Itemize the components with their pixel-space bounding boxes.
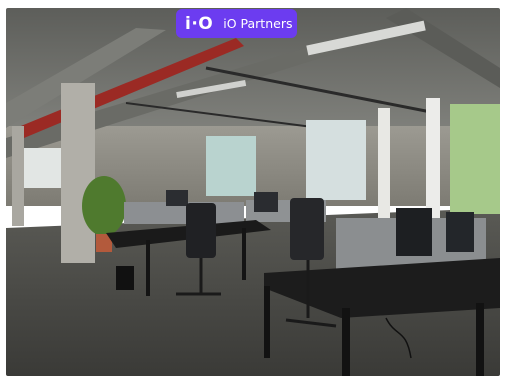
desk-leg <box>264 286 270 358</box>
curtain <box>426 98 440 218</box>
office-chair <box>186 203 216 258</box>
desk-leg <box>242 228 246 280</box>
window <box>450 104 500 214</box>
office-photo <box>6 8 500 376</box>
photo-frame: i·O iO Partners <box>0 0 506 383</box>
desk-leg <box>146 240 150 296</box>
waste-bin <box>116 266 134 290</box>
brand-badge: i·O iO Partners <box>176 9 297 38</box>
desk-leg <box>342 308 350 376</box>
window <box>206 136 256 196</box>
plant <box>82 176 126 236</box>
window <box>306 120 366 200</box>
column <box>61 83 95 263</box>
monitor <box>166 190 188 206</box>
monitor <box>254 192 278 212</box>
office-chair <box>290 198 324 260</box>
monitor <box>396 208 432 256</box>
desk-leg <box>476 303 484 376</box>
column <box>12 126 24 226</box>
io-logo-icon: i·O <box>185 13 214 34</box>
monitor <box>446 212 474 252</box>
curtain <box>378 108 390 218</box>
window <box>18 148 66 188</box>
brand-name: iO Partners <box>223 16 293 31</box>
